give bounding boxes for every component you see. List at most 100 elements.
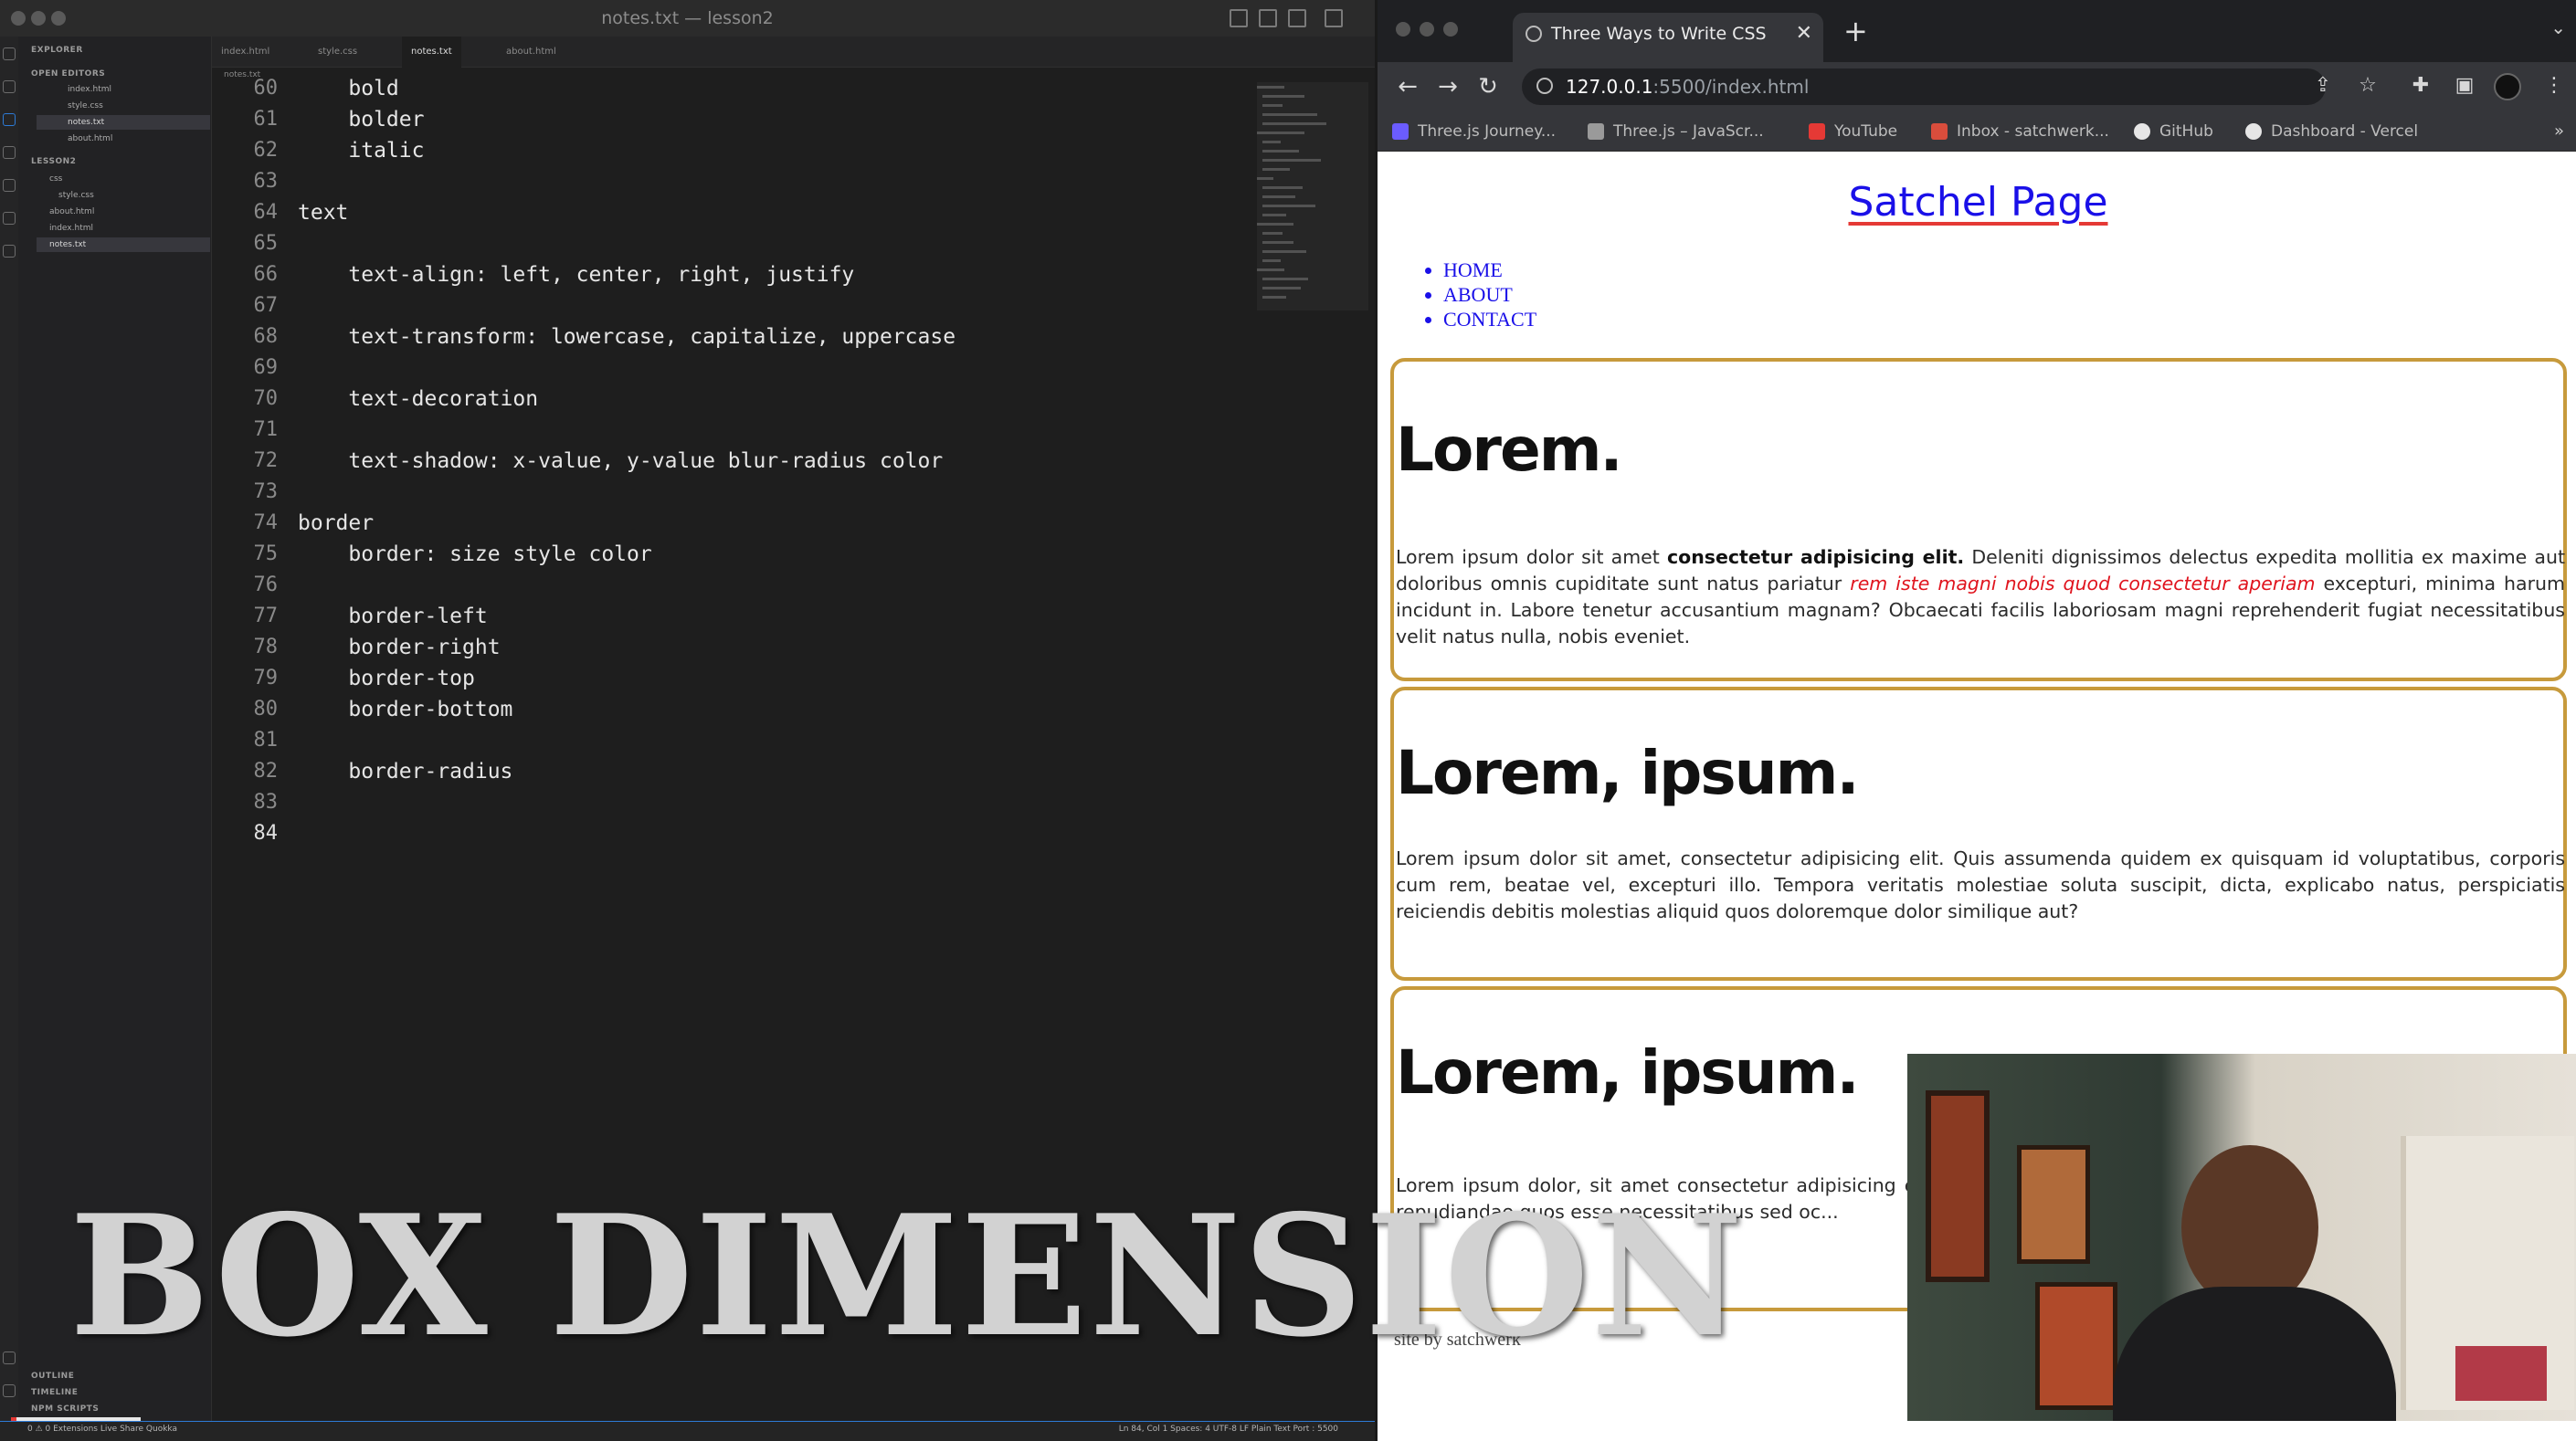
open-editor-item-active[interactable]: notes.txt <box>37 115 210 130</box>
minimap-line <box>1262 296 1286 299</box>
close-tab-icon[interactable]: ✕ <box>1796 13 1812 55</box>
testing-icon[interactable] <box>3 245 16 258</box>
search-icon[interactable] <box>3 80 16 93</box>
open-editor-item[interactable]: style.css <box>37 99 210 113</box>
code-line[interactable]: border-top <box>298 663 475 694</box>
code-line[interactable]: text-decoration <box>298 384 538 415</box>
code-line[interactable]: border-bottom <box>298 694 512 725</box>
card-heading: Lorem, ipsum. <box>1396 1037 1860 1108</box>
bookmark-github[interactable]: GitHub <box>2134 111 2213 152</box>
status-left-items[interactable]: 0 ⚠ 0 Extensions Live Share Quokka <box>27 1425 177 1434</box>
nav-home-link[interactable]: HOME <box>1443 258 1536 282</box>
minimap-line <box>1257 223 1293 226</box>
more-bookmarks-icon[interactable]: » <box>2554 111 2564 152</box>
site-title-link[interactable]: Satchel Page <box>1378 179 2576 226</box>
bookmark-star-icon[interactable]: ☆ <box>2357 75 2379 97</box>
sidebar-heading-outline[interactable]: OUTLINE <box>31 1372 74 1381</box>
code-line[interactable]: text-transform: lowercase, capitalize, u… <box>298 321 955 352</box>
tab-notes-txt[interactable]: notes.txt <box>402 37 461 68</box>
close-window-dot[interactable] <box>1396 22 1410 37</box>
site-info-icon[interactable] <box>1536 78 1553 94</box>
line-number: 63 <box>253 170 279 193</box>
line-number: 73 <box>253 480 279 503</box>
run-debug-icon[interactable] <box>3 146 16 159</box>
code-line[interactable]: border-left <box>298 601 487 632</box>
code-line[interactable]: border <box>298 508 374 539</box>
open-editor-item[interactable]: about.html <box>37 131 210 146</box>
chevron-down-icon[interactable]: ⌄ <box>2550 16 2566 38</box>
browser-tab-title: Three Ways to Write CSS <box>1551 24 1767 44</box>
minimap[interactable] <box>1257 82 1357 320</box>
zoom-window-dot[interactable] <box>1443 22 1458 37</box>
folder-item[interactable]: css <box>37 172 210 186</box>
minimap-line <box>1262 122 1326 125</box>
sidebar-heading-open-editors[interactable]: OPEN EDITORS <box>31 69 105 79</box>
line-number: 84 <box>253 822 279 845</box>
sidebar-heading-timeline[interactable]: TIMELINE <box>31 1388 78 1397</box>
more-menu-icon[interactable]: ⋮ <box>2543 75 2565 97</box>
file-item-active[interactable]: notes.txt <box>37 237 210 252</box>
bookmark-youtube[interactable]: YouTube <box>1809 111 1897 152</box>
profile-avatar[interactable] <box>2494 73 2521 100</box>
source-control-icon[interactable] <box>3 113 16 126</box>
card-paragraph: Lorem ipsum dolor sit amet consectetur a… <box>1396 546 2566 647</box>
settings-gear-icon[interactable] <box>3 1384 16 1397</box>
card-heading: Lorem. <box>1396 415 1623 485</box>
extensions-puzzle-icon[interactable]: ✚ <box>2410 75 2432 97</box>
account-icon[interactable] <box>3 1352 16 1364</box>
explorer-icon[interactable] <box>3 47 16 60</box>
bookmarks-bar: Three.js Journey... Three.js – JavaScr..… <box>1378 111 2576 152</box>
line-number: 74 <box>253 511 279 534</box>
open-editor-item[interactable]: index.html <box>37 82 210 97</box>
tab-about-html[interactable]: about.html <box>497 37 565 68</box>
address-bar[interactable]: 127.0.0.1:5500/index.html <box>1522 68 2326 105</box>
file-item[interactable]: index.html <box>37 221 210 236</box>
nav-contact-link[interactable]: CONTACT <box>1443 307 1536 331</box>
sidebar-heading-npm-scripts[interactable]: NPM SCRIPTS <box>31 1404 99 1414</box>
bookmark-vercel[interactable]: Dashboard - Vercel <box>2245 111 2418 152</box>
bookmark-threejs-journey[interactable]: Three.js Journey... <box>1392 111 1556 152</box>
extensions-icon[interactable] <box>3 179 16 192</box>
sidebar-heading-lesson2[interactable]: LESSON2 <box>31 157 76 166</box>
share-icon[interactable]: ⇪ <box>2312 75 2334 97</box>
file-item[interactable]: about.html <box>37 205 210 219</box>
toggle-sidebar-icon[interactable] <box>1230 9 1248 27</box>
tab-index-html[interactable]: index.html <box>212 37 279 68</box>
file-item[interactable]: style.css <box>37 188 210 203</box>
minimap-line <box>1262 287 1301 289</box>
side-panel-icon[interactable]: ▣ <box>2454 75 2476 97</box>
tab-style-css[interactable]: style.css <box>309 37 366 68</box>
line-number: 69 <box>253 356 279 379</box>
code-line[interactable]: bolder <box>298 104 424 135</box>
remote-icon[interactable] <box>3 212 16 225</box>
reload-icon[interactable]: ↻ <box>1471 69 1505 104</box>
line-number: 83 <box>253 791 279 814</box>
toggle-panel-icon[interactable] <box>1259 9 1277 27</box>
customize-layout-icon[interactable] <box>1325 9 1343 27</box>
code-line[interactable]: text-shadow: x-value, y-value blur-radiu… <box>298 446 943 477</box>
toggle-secondary-sidebar-icon[interactable] <box>1288 9 1306 27</box>
code-line[interactable]: border-right <box>298 632 500 663</box>
line-number: 79 <box>253 667 279 689</box>
browser-tab[interactable]: Three Ways to Write CSS ✕ <box>1513 13 1823 62</box>
nav-about-link[interactable]: ABOUT <box>1443 282 1536 307</box>
minimap-line <box>1262 195 1295 198</box>
code-line[interactable]: border: size style color <box>298 539 651 570</box>
bookmark-gmail[interactable]: Inbox - satchwerk... <box>1931 111 2109 152</box>
presenter-head <box>2181 1145 2318 1310</box>
code-line[interactable]: italic <box>298 135 424 166</box>
new-tab-icon[interactable]: + <box>1843 13 1868 49</box>
bookmark-threejs-docs[interactable]: Three.js – JavaScr... <box>1588 111 1764 152</box>
content-card: Lorem, ipsum. Lorem ipsum dolor sit amet… <box>1390 687 2567 981</box>
code-line[interactable]: border-radius <box>298 756 512 787</box>
globe-icon <box>1526 26 1542 42</box>
address-url[interactable]: 127.0.0.1:5500/index.html <box>1566 68 1809 105</box>
code-line[interactable]: bold <box>298 73 398 104</box>
code-line[interactable]: text-align: left, center, right, justify <box>298 259 854 290</box>
back-arrow-icon[interactable]: ← <box>1390 69 1425 104</box>
line-number: 61 <box>253 108 279 131</box>
status-right-items[interactable]: Ln 84, Col 1 Spaces: 4 UTF-8 LF Plain Te… <box>1119 1425 1338 1434</box>
minimize-window-dot[interactable] <box>1420 22 1434 37</box>
code-line[interactable]: text <box>298 197 348 228</box>
forward-arrow-icon[interactable]: → <box>1431 69 1465 104</box>
